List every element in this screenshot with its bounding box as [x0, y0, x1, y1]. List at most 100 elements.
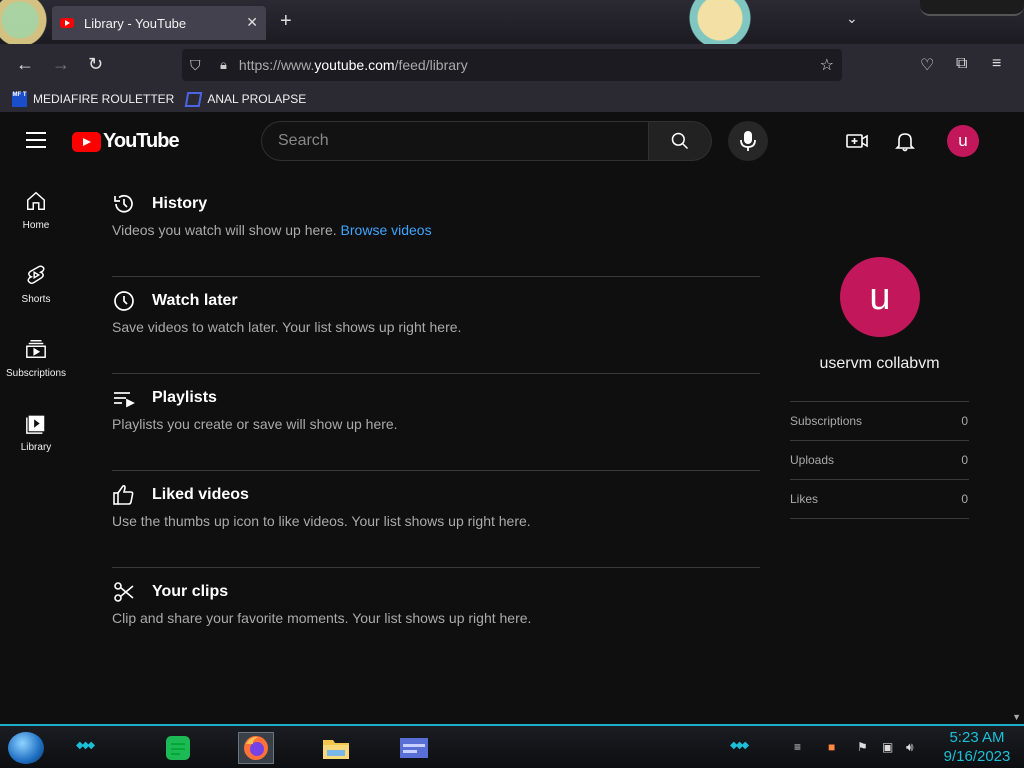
browser-tab-bar: Library - YouTube ✕ + ⌄	[0, 0, 1024, 60]
menu-icon[interactable]: ≡	[992, 55, 1001, 73]
youtube-logo[interactable]: YouTube	[72, 130, 180, 153]
browser-nav-bar: ← → ↻ ⛉ 🔒︎ https://www.youtube.com/feed/…	[0, 44, 1024, 86]
section-header[interactable]: Watch later	[112, 289, 760, 313]
taskbar-app-firefox[interactable]	[238, 732, 274, 764]
taskbar: ◆◆◆ ◆◆◆ ≡ ■ ⚑ ▣ 🔊︎ 5:23 AM 9/16/2023	[0, 724, 1024, 768]
bookmark-icon	[185, 91, 203, 107]
back-arrow-icon[interactable]: ←	[16, 54, 34, 75]
chevron-down-icon[interactable]: ⌄	[846, 10, 858, 27]
voice-search-button[interactable]	[728, 121, 768, 161]
section-description: Videos you watch will show up here. Brow…	[112, 222, 432, 238]
pocket-icon[interactable]: ♡	[920, 55, 934, 75]
video-camera-plus-icon	[846, 134, 868, 148]
section-description: Clip and share your favorite moments. Yo…	[112, 610, 532, 626]
tray-app-icon[interactable]: ■	[828, 740, 835, 754]
bookmark-second[interactable]: ANAL PROLAPSE	[185, 91, 307, 107]
taskbar-decor: ◆◆◆	[730, 740, 749, 751]
clock-date: 9/16/2023	[943, 748, 1011, 765]
extensions-icon[interactable]: ⧉	[956, 55, 967, 73]
section-description: Use the thumbs up icon to like videos. Y…	[112, 513, 531, 529]
bookmark-star-icon[interactable]: ☆	[820, 55, 834, 75]
home-icon	[27, 191, 45, 210]
action-center-flag-icon[interactable]: ⚑	[857, 740, 868, 754]
thumbs-up-icon	[113, 484, 134, 505]
subscriptions-icon	[26, 340, 46, 358]
browse-videos-link[interactable]: Browse videos	[341, 222, 432, 238]
notifications-button[interactable]	[893, 129, 917, 158]
library-sections: History Videos you watch will show up he…	[112, 180, 760, 665]
search-box	[261, 121, 712, 161]
hamburger-menu-icon[interactable]	[26, 132, 46, 148]
address-bar[interactable]: ⛉ 🔒︎ https://www.youtube.com/feed/librar…	[182, 49, 842, 81]
search-icon	[671, 132, 689, 150]
guide-item-library[interactable]: Library	[0, 398, 72, 472]
bookmark-label: ANAL PROLAPSE	[207, 92, 307, 106]
section-description: Playlists you create or save will show u…	[112, 416, 398, 432]
new-tab-icon[interactable]: +	[280, 10, 292, 33]
taskbar-app-notes[interactable]	[160, 732, 196, 764]
section-title: Playlists	[152, 389, 217, 406]
bookmarks-bar: MF T MEDIAFIRE ROULETTER ANAL PROLAPSE	[0, 86, 1024, 112]
section-your-clips: Your clips Clip and share your favorite …	[112, 568, 760, 665]
shield-icon[interactable]: ⛉	[190, 57, 206, 74]
mediafire-icon: MF T	[12, 91, 27, 107]
guide-item-shorts[interactable]: Shorts	[0, 250, 72, 324]
profile-name: uservm collabvm	[819, 355, 940, 372]
section-header[interactable]: Liked videos	[112, 483, 760, 507]
stat-likes: Likes 0	[790, 480, 969, 519]
tab-library-youtube[interactable]: Library - YouTube ✕	[52, 6, 266, 40]
section-title: Your clips	[152, 583, 229, 600]
scroll-down-arrow-icon[interactable]: ▼	[1012, 712, 1021, 722]
tab-title: Library - YouTube	[84, 15, 187, 31]
bookmark-label: MEDIAFIRE ROULETTER	[33, 92, 175, 106]
lock-icon[interactable]: 🔒︎	[220, 57, 227, 73]
scissors-icon	[114, 582, 134, 602]
section-header[interactable]: Your clips	[112, 580, 760, 604]
section-description: Save videos to watch later. Your list sh…	[112, 319, 462, 335]
create-button[interactable]	[845, 129, 869, 158]
microphone-icon	[740, 131, 756, 151]
show-desktop-icon[interactable]: ≡	[794, 740, 801, 754]
youtube-page: YouTube u Home Shorts Subs	[0, 112, 1024, 724]
shorts-icon	[27, 265, 45, 284]
account-avatar[interactable]: u	[947, 125, 979, 157]
search-input[interactable]	[261, 121, 649, 161]
search-button[interactable]	[649, 121, 712, 161]
library-icon	[26, 415, 45, 434]
volume-icon[interactable]: 🔊︎	[906, 740, 914, 755]
network-icon[interactable]: ▣	[882, 740, 893, 754]
guide-label: Home	[22, 220, 50, 231]
start-orb-icon[interactable]	[8, 732, 44, 764]
section-title: Watch later	[152, 292, 238, 309]
guide-item-home[interactable]: Home	[0, 176, 72, 250]
folder-icon	[323, 740, 349, 759]
playlist-icon	[114, 392, 135, 408]
notes-app-icon	[166, 736, 190, 760]
system-clock[interactable]: 5:23 AM 9/16/2023	[936, 728, 1018, 766]
guide-label: Subscriptions	[5, 368, 67, 379]
guide-sidebar: Home Shorts Subscriptions Library	[0, 176, 72, 472]
bell-icon	[895, 133, 915, 152]
taskbar-decor: ◆◆◆	[76, 740, 95, 751]
logo-text: YouTube	[103, 130, 180, 152]
clock-time: 5:23 AM	[949, 729, 1005, 746]
taskbar-app-window[interactable]	[396, 732, 432, 764]
forward-arrow-icon[interactable]: →	[52, 54, 70, 75]
taskbar-app-explorer[interactable]	[318, 732, 354, 764]
url-text[interactable]: https://www.youtube.com/feed/library	[239, 57, 468, 73]
guide-item-subscriptions[interactable]: Subscriptions	[0, 324, 72, 398]
section-title: Liked videos	[152, 486, 249, 503]
reload-icon[interactable]: ↻	[88, 54, 103, 75]
history-icon	[114, 194, 133, 213]
section-header[interactable]: Playlists	[112, 386, 760, 410]
section-header[interactable]: History	[112, 192, 760, 216]
youtube-play-icon	[72, 131, 101, 152]
profile-avatar[interactable]: u	[840, 257, 920, 337]
close-tab-icon[interactable]: ✕	[246, 14, 258, 31]
youtube-favicon-icon	[60, 18, 74, 28]
section-history: History Videos you watch will show up he…	[112, 180, 760, 277]
section-playlists: Playlists Playlists you create or save w…	[112, 374, 760, 471]
window-frame-decor	[920, 0, 1024, 16]
section-watch-later: Watch later Save videos to watch later. …	[112, 277, 760, 374]
bookmark-mediafire[interactable]: MF T MEDIAFIRE ROULETTER	[12, 91, 175, 107]
